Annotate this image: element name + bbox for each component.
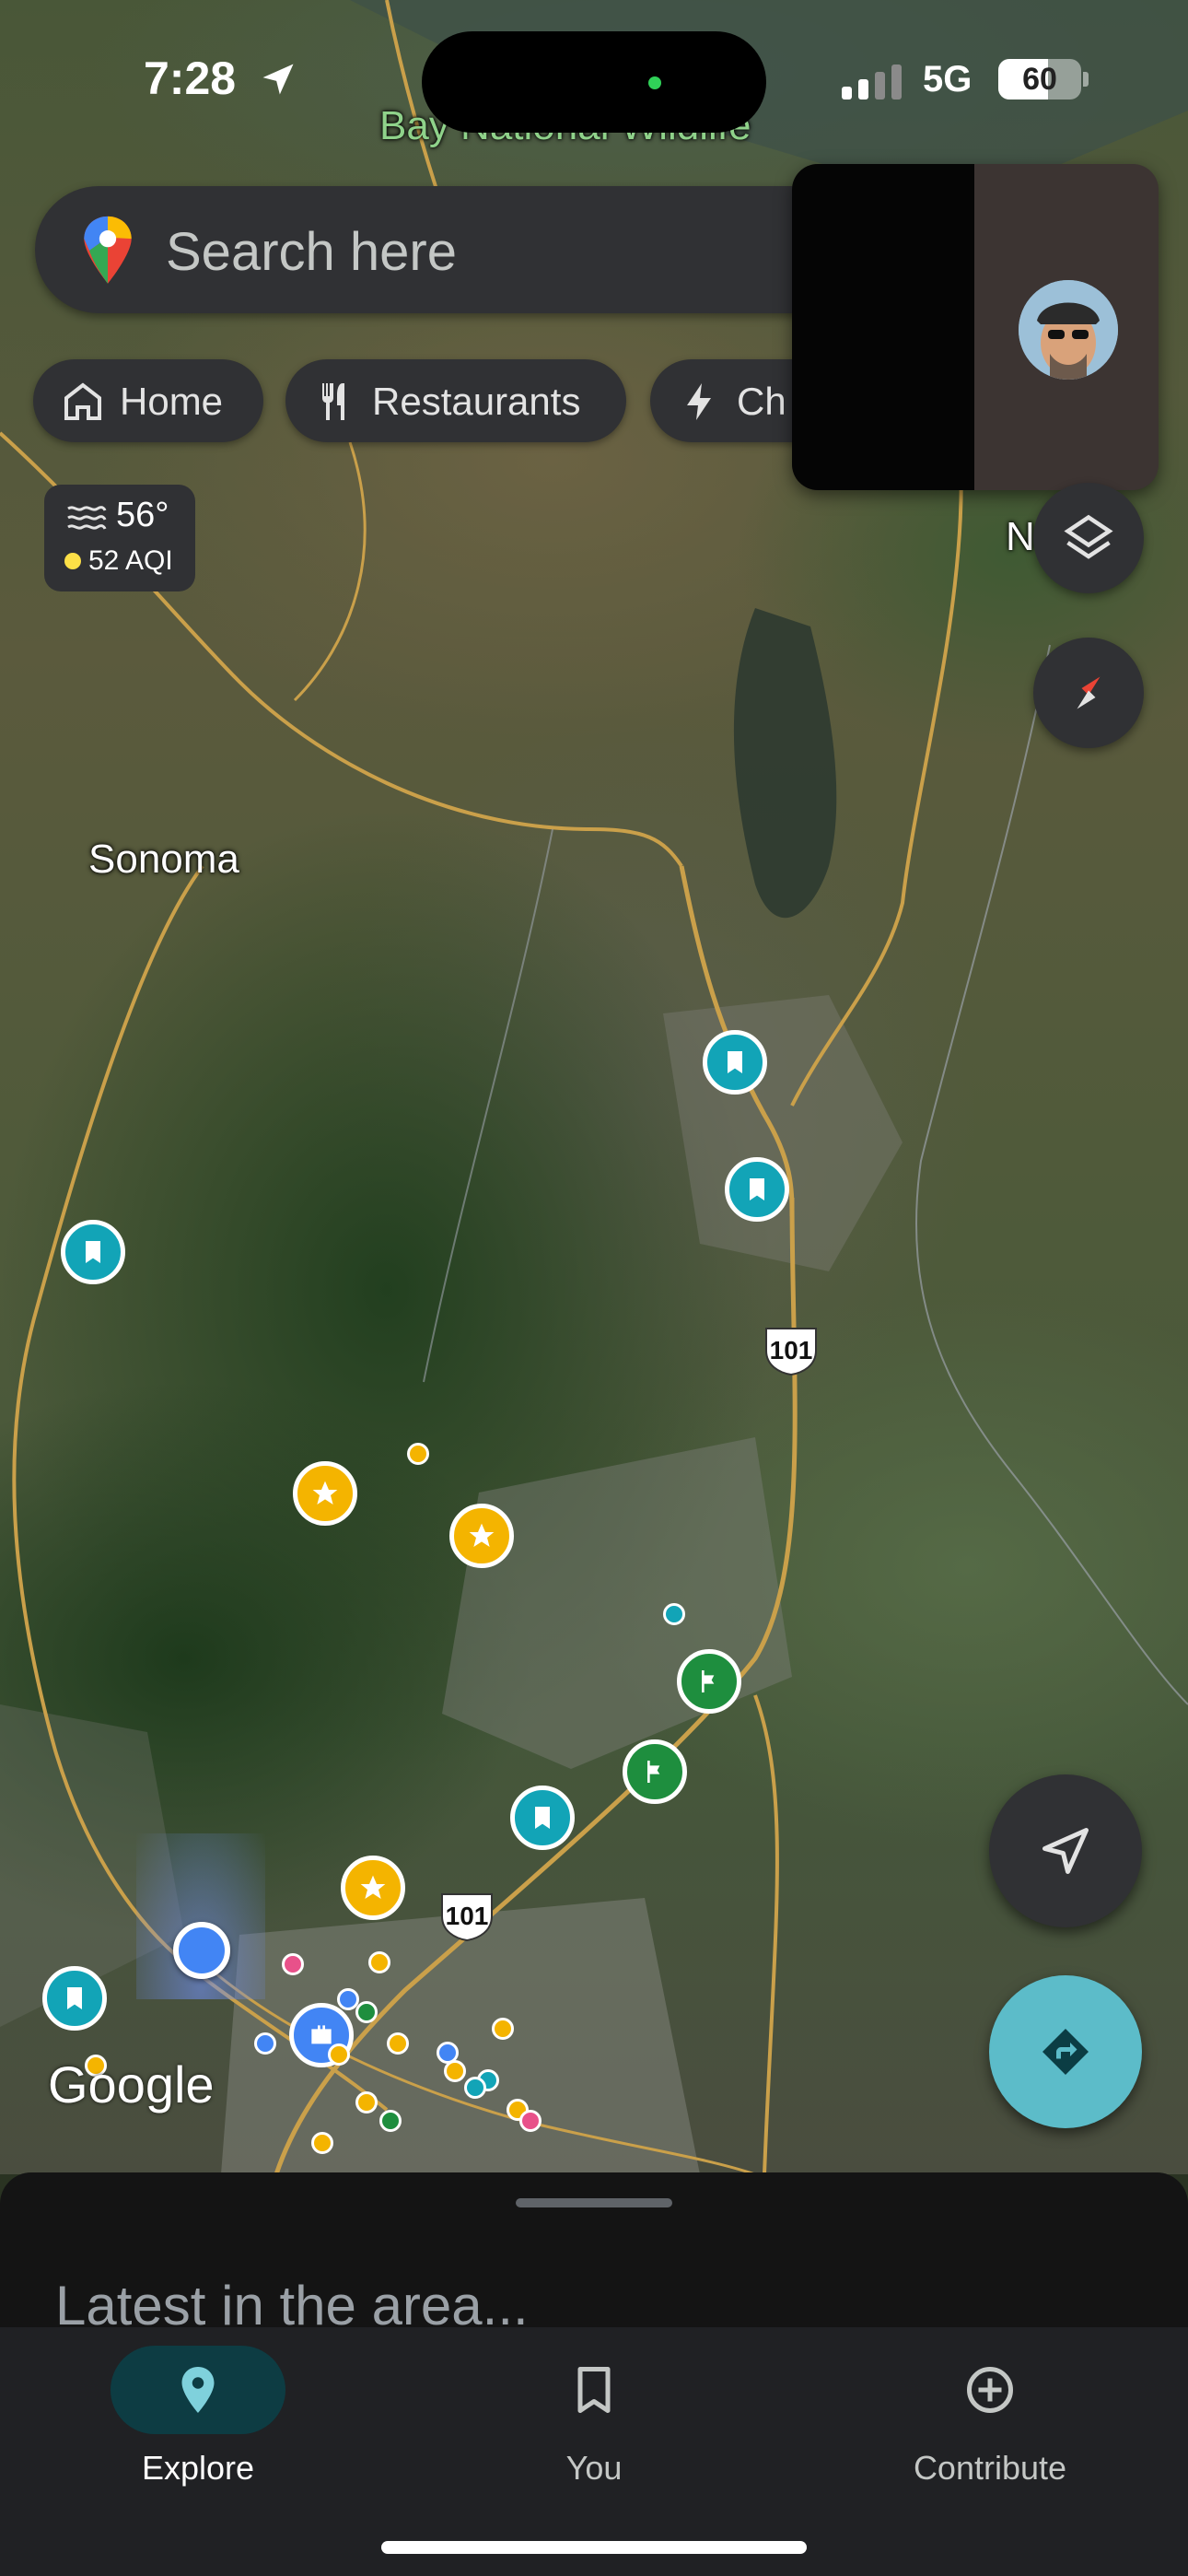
flag-place-marker[interactable] [677,1649,741,1714]
poi-dot[interactable] [519,2110,542,2132]
poi-dot[interactable] [492,2018,514,2040]
google-attribution: Google [48,2055,215,2113]
bookmark-icon [86,1241,100,1263]
layers-button[interactable] [1033,483,1144,593]
flag-place-marker[interactable] [623,1739,687,1804]
aqi-indicator-dot [64,553,81,569]
chip-label: Ch [737,380,786,423]
compass-icon [1077,676,1101,709]
google-maps-logo-icon [84,216,132,284]
bookmark-icon [750,1178,764,1200]
location-pin-icon [181,2367,215,2413]
nav-explore[interactable]: Explore [0,2327,396,2512]
highway-101-shield: 101 [438,1891,495,1942]
saved-place-marker[interactable] [61,1220,125,1284]
poi-dot[interactable] [355,2091,378,2113]
layers-icon [1064,514,1113,559]
battery-icon: 60 [998,59,1081,100]
saved-place-marker[interactable] [725,1157,789,1222]
nav-label: Explore [141,2449,255,2487]
poi-dot[interactable] [444,2060,466,2082]
chip-restaurants[interactable]: Restaurants [285,359,626,442]
network-type: 5G [923,59,973,100]
poi-dot[interactable] [355,2001,378,2023]
poi-dot[interactable] [387,2032,409,2055]
haze-icon [67,506,107,530]
bookmark-icon [67,1987,82,2009]
poi-dot[interactable] [311,2132,333,2154]
camera-in-use-indicator [648,76,661,89]
self-video-preview [792,164,974,490]
chip-home[interactable]: Home [33,359,263,442]
bookmark-icon [577,2367,611,2413]
facetime-pip-window[interactable] [792,164,1159,490]
place-label-napa: N [1006,514,1035,559]
navigation-arrow-icon [1042,1828,1089,1874]
flag-icon [702,1670,715,1692]
caller-avatar [1019,280,1118,380]
chip-label: Home [120,380,224,423]
weather-temperature: 56° [116,496,169,534]
star-icon [360,1875,386,1899]
saved-place-marker[interactable] [703,1030,767,1095]
sheet-drag-handle[interactable] [516,2198,672,2207]
poi-dot[interactable] [464,2077,486,2099]
flag-icon [647,1761,660,1783]
starred-place-marker[interactable] [293,1461,357,1526]
status-time: 7:28 [144,53,237,104]
status-bar: 7:28 5G 60 [0,0,1188,166]
bookmark-icon [728,1051,742,1073]
starred-place-marker[interactable] [341,1856,405,1920]
saved-place-marker[interactable] [510,1786,575,1850]
star-icon [312,1481,338,1505]
directions-icon [1042,2029,1089,2075]
fork-knife-icon [322,383,344,420]
poi-dot[interactable] [379,2110,402,2132]
poi-dot[interactable] [328,2043,350,2066]
star-icon [469,1523,495,1547]
nav-label: Contribute [913,2449,1067,2487]
bookmark-icon [535,1807,550,1829]
directions-button[interactable] [989,1975,1142,2128]
home-icon [64,382,101,420]
nav-contribute[interactable]: Contribute [792,2327,1188,2512]
current-location-dot[interactable] [173,1922,230,1979]
weather-widget[interactable]: 56° 52 AQI [44,485,195,591]
poi-dot[interactable] [282,1953,304,1975]
bottom-navigation: Explore You Contribute [0,2327,1188,2576]
dynamic-island [422,31,766,133]
saved-place-marker[interactable] [42,1966,107,2031]
location-arrow-icon [262,64,294,95]
battery-tip [1083,72,1089,87]
nav-label: You [565,2449,623,2487]
my-location-button[interactable] [989,1774,1142,1927]
place-label-sonoma[interactable]: Sonoma [88,837,239,883]
battery-percent: 60 [1022,62,1057,97]
home-indicator[interactable] [381,2541,807,2554]
cellular-signal-icon [842,64,902,100]
highway-101-shield: 101 [763,1325,820,1376]
add-circle-icon [967,2367,1013,2413]
starred-place-marker[interactable] [449,1504,514,1568]
chip-label: Restaurants [372,380,581,423]
search-input[interactable]: Search here [166,221,457,283]
bolt-icon [687,383,711,420]
weather-aqi: 52 AQI [88,545,173,576]
nav-you[interactable]: You [396,2327,792,2512]
poi-dot[interactable] [368,1951,390,1973]
poi-dot[interactable] [254,2032,276,2055]
poi-dot[interactable] [407,1443,429,1465]
poi-dot[interactable] [663,1603,685,1625]
compass-button[interactable] [1033,638,1144,748]
